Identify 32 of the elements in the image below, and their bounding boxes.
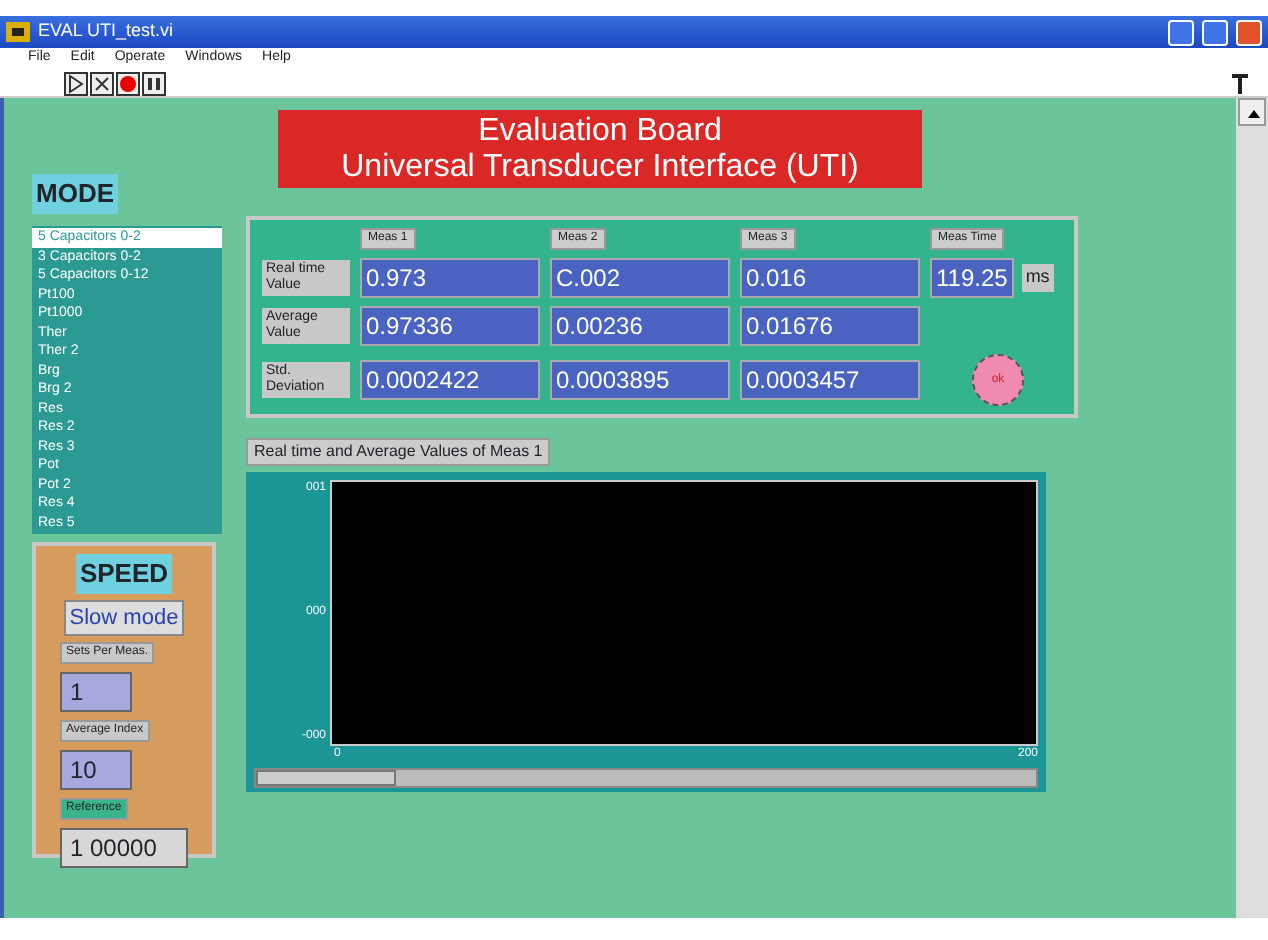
run-icon[interactable] bbox=[64, 71, 88, 95]
cursor-icon bbox=[1228, 71, 1252, 95]
value-field: 0.973 bbox=[360, 258, 540, 299]
pause-icon[interactable] bbox=[142, 71, 166, 95]
window-title: EVAL UTI_test.vi bbox=[38, 18, 174, 45]
mode-button[interactable]: Slow mode bbox=[63, 599, 185, 636]
value-field: 0.00236 bbox=[550, 306, 730, 347]
minimize-button[interactable] bbox=[1168, 19, 1194, 45]
chart-title: Real time and Average Values of Meas 1 bbox=[246, 438, 551, 467]
banner-subtitle: Universal Transducer Interface (UTI) bbox=[339, 149, 861, 185]
banner-title: Evaluation Board bbox=[476, 114, 724, 150]
speed-label: SPEED bbox=[75, 554, 173, 593]
close-button[interactable] bbox=[1236, 19, 1262, 45]
value-field: 0.01676 bbox=[740, 306, 920, 347]
value-field: C.002 bbox=[550, 258, 730, 299]
value-field: 119.25 bbox=[930, 258, 1014, 299]
unit-label: ms bbox=[1021, 264, 1054, 292]
numeric-field[interactable]: 1 bbox=[60, 672, 132, 712]
scroll-up-icon[interactable] bbox=[1238, 98, 1266, 126]
maximize-button[interactable] bbox=[1202, 19, 1228, 45]
value-field: 0.0002422 bbox=[360, 360, 540, 401]
numeric-field[interactable]: 10 bbox=[60, 750, 132, 790]
run-continuous-icon[interactable] bbox=[90, 71, 114, 95]
value-field: 0.016 bbox=[740, 258, 920, 299]
value-field: 0.0003457 bbox=[740, 360, 920, 401]
stop-icon[interactable] bbox=[116, 71, 140, 95]
app-icon bbox=[6, 22, 30, 42]
value-field: 0.0003895 bbox=[550, 360, 730, 401]
mode-label: MODE bbox=[32, 174, 118, 213]
value-field: 0.97336 bbox=[360, 306, 540, 347]
horizontal-scrollbar[interactable] bbox=[254, 768, 1038, 789]
numeric-field[interactable]: 1 00000 bbox=[60, 828, 188, 868]
